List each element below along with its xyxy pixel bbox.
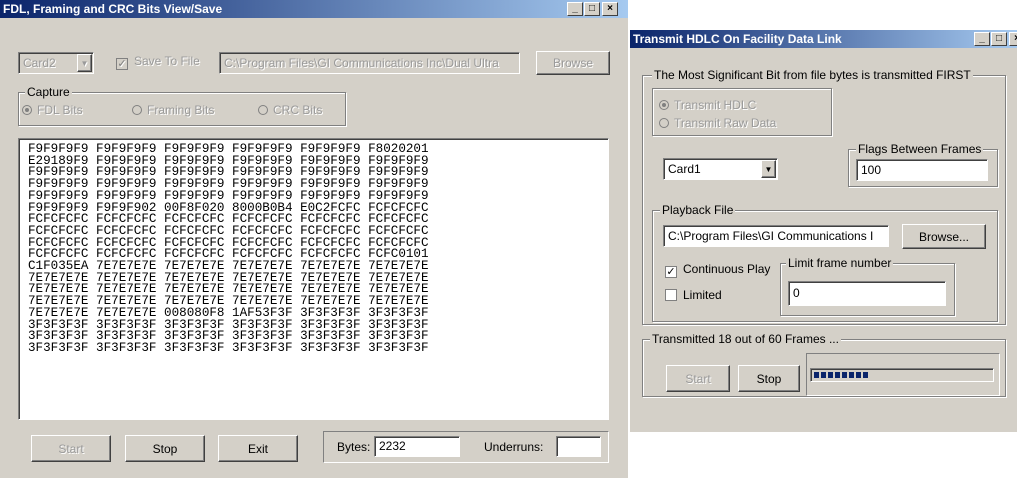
fdl-card-select[interactable]: Card2 ▼: [18, 52, 94, 74]
save-to-file-label: Save To File: [134, 54, 200, 68]
progress-cell: [842, 372, 847, 378]
minimize-icon[interactable]: _: [567, 2, 583, 16]
bytes-field: 2232: [374, 436, 460, 457]
fdl-card-value: Card2: [23, 56, 56, 70]
underruns-label: Underruns:: [484, 440, 544, 454]
hdlc-titlebar[interactable]: Transmit HDLC On Facility Data Link _ □ …: [630, 30, 1017, 48]
bytes-panel: Bytes: 2232 Underruns:: [323, 431, 609, 463]
hdlc-start-button[interactable]: Start: [666, 365, 730, 392]
maximize-icon[interactable]: □: [991, 32, 1007, 46]
hdlc-card-value: Card1: [668, 162, 701, 176]
flags-field[interactable]: 100: [856, 159, 988, 181]
fdl-browse-button[interactable]: Browse: [536, 51, 610, 75]
dropdown-arrow-icon[interactable]: ▼: [77, 54, 92, 72]
hdlc-browse-button[interactable]: Browse...: [902, 224, 986, 249]
msb-group-label: The Most Significant Bit from file bytes…: [652, 68, 973, 82]
bytes-value: 2232: [379, 439, 406, 453]
hex-row: 3F3F3F3F 3F3F3F3F 3F3F3F3F 3F3F3F3F 3F3F…: [28, 340, 429, 355]
radio-transmit-raw[interactable]: Transmit Raw Data: [659, 116, 776, 130]
continuous-play-label: Continuous Play: [683, 262, 771, 276]
hex-rows: F9F9F9F9 F9F9F9F9 F9F9F9F9 F9F9F9F9 F9F9…: [28, 143, 429, 355]
status-label: Transmitted 18 out of 60 Frames ...: [650, 332, 841, 346]
progress-cell: [863, 372, 868, 378]
limit-frame-value: 0: [793, 286, 800, 300]
progress-cell: [856, 372, 861, 378]
capture-group-label: Capture: [25, 85, 72, 99]
maximize-icon[interactable]: □: [584, 2, 600, 16]
radio-fdl-bits[interactable]: FDL Bits: [22, 103, 83, 117]
radio-crc-bits[interactable]: CRC Bits: [258, 103, 322, 117]
progress-fill: [814, 372, 868, 378]
limited-checkbox[interactable]: Limited: [665, 288, 722, 302]
close-icon[interactable]: ×: [1009, 32, 1017, 46]
radio-selected-icon: [659, 100, 669, 110]
radio-fdl-bits-label: FDL Bits: [37, 103, 83, 117]
playback-path-value: C:\Program Files\GI Communications I: [668, 229, 874, 243]
flags-label: Flags Between Frames: [856, 142, 984, 156]
progress-bar: [810, 368, 994, 382]
checkbox-empty-icon: [665, 289, 677, 301]
continuous-play-checkbox[interactable]: ✓ Continuous Play: [665, 262, 770, 278]
fdl-titlebar[interactable]: FDL, Framing and CRC Bits View/Save _ □ …: [0, 0, 628, 18]
progress-cell: [828, 372, 833, 378]
radio-empty-icon: [659, 118, 669, 128]
fdl-stop-button[interactable]: Stop: [125, 435, 205, 462]
checkmark-icon: ✓: [665, 266, 677, 278]
radio-framing-bits[interactable]: Framing Bits: [132, 103, 214, 117]
bytes-label: Bytes:: [337, 440, 371, 454]
radio-transmit-hdlc[interactable]: Transmit HDLC: [659, 98, 756, 112]
fdl-start-button[interactable]: Start: [31, 435, 111, 462]
fdl-exit-button[interactable]: Exit: [218, 435, 298, 462]
radio-framing-bits-label: Framing Bits: [147, 103, 215, 117]
progress-cell: [821, 372, 826, 378]
hdlc-stop-button[interactable]: Stop: [738, 365, 800, 392]
fdl-window-title: FDL, Framing and CRC Bits View/Save: [3, 2, 223, 16]
save-path-field[interactable]: C:\Program Files\GI Communications Inc\D…: [219, 52, 520, 74]
underruns-field: [556, 436, 601, 457]
checkmark-icon: ✓: [116, 58, 128, 70]
progress-cell: [814, 372, 819, 378]
close-icon[interactable]: ×: [602, 2, 618, 16]
playback-path-field[interactable]: C:\Program Files\GI Communications I: [663, 225, 889, 247]
radio-empty-icon: [132, 105, 142, 115]
minimize-icon[interactable]: _: [974, 32, 990, 46]
hdlc-start-label: Start: [685, 371, 711, 386]
radio-empty-icon: [258, 105, 268, 115]
hex-view[interactable]: F9F9F9F9 F9F9F9F9 F9F9F9F9 F9F9F9F9 F9F9…: [18, 138, 609, 420]
progress-cell: [849, 372, 854, 378]
radio-transmit-hdlc-label: Transmit HDLC: [674, 98, 757, 112]
progress-cell: [835, 372, 840, 378]
radio-transmit-raw-label: Transmit Raw Data: [674, 116, 777, 130]
fdl-exit-label: Exit: [247, 441, 268, 456]
flags-value: 100: [861, 163, 882, 177]
limit-frame-field[interactable]: 0: [788, 281, 946, 306]
limit-frame-label: Limit frame number: [786, 256, 894, 270]
fdl-stop-label: Stop: [152, 441, 178, 456]
radio-selected-icon: [22, 105, 32, 115]
hdlc-card-select[interactable]: Card1 ▼: [663, 158, 778, 180]
hdlc-window-title: Transmit HDLC On Facility Data Link: [633, 32, 842, 46]
hdlc-window: Transmit HDLC On Facility Data Link _ □ …: [630, 30, 1017, 432]
save-path-value: C:\Program Files\GI Communications Inc\D…: [224, 56, 499, 70]
hdlc-stop-label: Stop: [756, 371, 782, 386]
save-to-file-checkbox[interactable]: ✓ Save To File: [116, 54, 200, 70]
hdlc-browse-label: Browse...: [918, 229, 969, 244]
limited-label: Limited: [683, 288, 722, 302]
fdl-browse-label: Browse: [552, 56, 593, 70]
playback-label: Playback File: [660, 203, 736, 217]
dropdown-arrow-icon[interactable]: ▼: [761, 160, 776, 178]
fdl-start-label: Start: [58, 441, 84, 456]
radio-crc-bits-label: CRC Bits: [273, 103, 323, 117]
fdl-window: FDL, Framing and CRC Bits View/Save _ □ …: [0, 0, 628, 478]
